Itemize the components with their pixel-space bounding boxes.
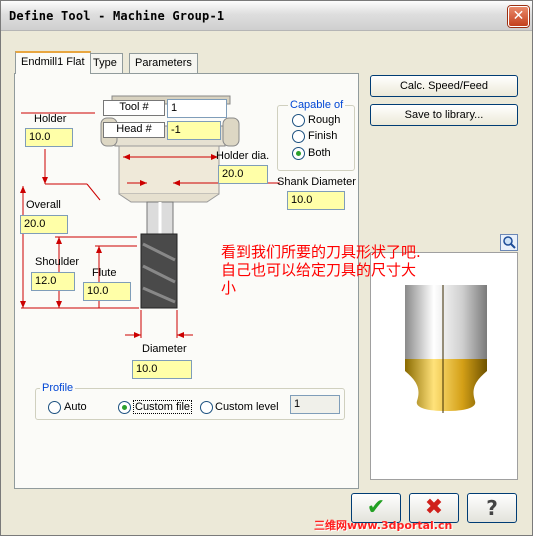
tab-type[interactable]: Type	[87, 53, 123, 73]
profile-custom-level-radio[interactable]	[200, 401, 213, 414]
finish-radio[interactable]	[292, 130, 305, 143]
profile-custom-file-label: Custom file	[133, 400, 193, 414]
tab-endmill1-flat[interactable]: Endmill1 Flat	[15, 51, 91, 74]
watermark: 三维网www.3dportal.cn	[314, 519, 453, 532]
holder-label: Holder	[34, 113, 67, 125]
holder-dia-field[interactable]: 20.0	[218, 165, 268, 184]
shoulder-field[interactable]: 12.0	[31, 272, 75, 291]
diameter-label: Diameter	[142, 343, 187, 355]
shank-diameter-label: Shank Diameter	[277, 176, 356, 188]
shoulder-label: Shoulder	[35, 256, 80, 268]
overall-label: Overall	[26, 199, 61, 211]
custom-level-field[interactable]: 1	[290, 395, 340, 414]
annotation-text: 看到我们所要的刀具形状了吧.自己也可以给定刀具的尺寸大小	[221, 243, 421, 297]
define-tool-dialog: Define Tool - Machine Group-1 ✕ Endmill1…	[0, 0, 533, 536]
holder-dia-label: Holder dia.	[216, 150, 270, 162]
both-label: Both	[308, 147, 331, 159]
save-to-library-button[interactable]: Save to library...	[370, 104, 518, 126]
overall-field[interactable]: 20.0	[20, 215, 68, 234]
holder-field[interactable]: 10.0	[25, 128, 73, 147]
tool-number-label: Tool #	[103, 100, 165, 116]
close-button[interactable]: ✕	[508, 6, 529, 27]
title-bar: Define Tool - Machine Group-1 ✕	[1, 1, 532, 31]
zoom-icon[interactable]	[500, 234, 518, 251]
profile-auto-radio[interactable]	[48, 401, 61, 414]
help-button[interactable]: ?	[467, 493, 517, 523]
calc-speed-feed-button[interactable]: Calc. Speed/Feed	[370, 75, 518, 97]
profile-auto-label: Auto	[64, 401, 87, 413]
tool-number-field[interactable]: 1	[167, 99, 227, 118]
diameter-field[interactable]: 10.0	[132, 360, 192, 379]
profile-custom-level-label: Custom level	[215, 401, 279, 413]
profile-title: Profile	[40, 382, 76, 394]
head-number-field[interactable]: -1	[167, 121, 221, 140]
flute-field[interactable]: 10.0	[83, 282, 131, 301]
tab-parameters[interactable]: Parameters	[129, 53, 198, 73]
rough-label: Rough	[308, 114, 341, 126]
window-title: Define Tool - Machine Group-1	[9, 9, 225, 23]
head-number-label: Head #	[103, 122, 165, 138]
both-radio[interactable]	[292, 147, 305, 160]
help-icon: ?	[486, 496, 498, 520]
shank-diameter-field[interactable]: 10.0	[287, 191, 345, 210]
finish-label: Finish	[308, 130, 338, 142]
profile-custom-file-radio[interactable]	[118, 401, 131, 414]
capable-of-title: Capable of	[288, 99, 346, 111]
flute-label: Flute	[92, 267, 117, 279]
rough-radio[interactable]	[292, 114, 305, 127]
